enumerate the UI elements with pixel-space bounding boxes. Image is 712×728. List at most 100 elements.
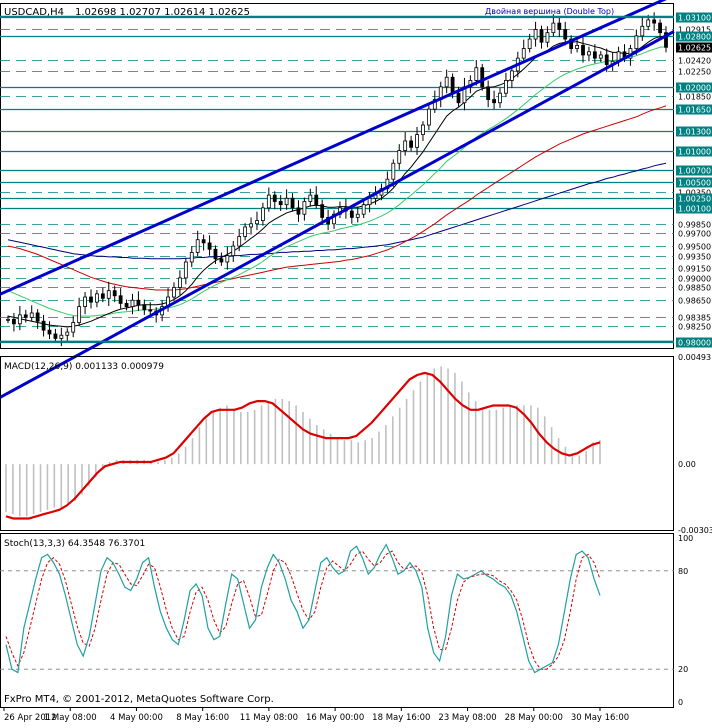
candle-body — [48, 330, 51, 334]
stoch-title: Stoch(13,3,3) 64.3548 76.3701 — [4, 539, 145, 549]
candle-body — [582, 45, 585, 55]
candle-body — [303, 201, 306, 214]
candle-body — [101, 294, 104, 298]
candle-body — [576, 45, 579, 48]
candle-body — [137, 300, 140, 304]
candle-body — [24, 315, 27, 318]
stoch-axis-label: 0 — [678, 698, 683, 707]
price-axis-label: 1.01650 — [678, 106, 711, 115]
candle-body — [457, 93, 460, 103]
candle-body — [398, 151, 401, 164]
candle-body — [36, 313, 39, 321]
time-axis-label: 30 May 16:00 — [571, 713, 629, 723]
candle-body — [552, 23, 555, 33]
candle-body — [315, 195, 318, 205]
candle-body — [499, 93, 502, 103]
price-axis-label: 1.00700 — [678, 167, 711, 176]
candle-body — [540, 29, 543, 42]
macd-axis-label: 0.00493 — [678, 353, 711, 362]
price-axis-label: 0.98385 — [678, 314, 711, 323]
price-axis-label: 1.01300 — [678, 128, 711, 137]
time-axis-label: 8 May 16:00 — [176, 713, 229, 723]
price-axis-label: 0.98650 — [678, 297, 711, 306]
candle-body — [404, 141, 407, 151]
candle-body — [131, 300, 134, 306]
candle-body — [421, 125, 424, 135]
candle-body — [78, 307, 81, 323]
candle-body — [291, 198, 294, 208]
price-axis-label: 0.99000 — [678, 275, 711, 284]
candle-body — [410, 141, 413, 147]
candle-body — [60, 335, 63, 338]
chart-symbol: USDCAD,H4 — [4, 7, 64, 18]
candle-body — [481, 68, 484, 87]
price-axis-label: 1.00250 — [678, 195, 711, 204]
candle-body — [125, 303, 128, 306]
candle-body — [7, 319, 10, 320]
price-axis-label: 0.98250 — [678, 323, 711, 332]
price-axis-label: 0.98000 — [678, 339, 711, 348]
candle-body — [350, 211, 353, 217]
candle-body — [149, 310, 152, 311]
candle-body — [504, 80, 507, 93]
candle-body — [522, 49, 525, 59]
price-axis-label: 1.01850 — [678, 93, 711, 102]
candle-body — [89, 297, 92, 302]
price-axis-label: 0.98850 — [678, 284, 711, 293]
candle-body — [635, 36, 638, 49]
candle-body — [238, 237, 241, 247]
macd-title: MACD(12,26,9) 0.001133 0.000979 — [4, 362, 164, 372]
candle-body — [653, 20, 656, 23]
candle-body — [510, 71, 513, 81]
candle-body — [641, 26, 644, 36]
time-axis-label: 23 May 08:00 — [438, 713, 496, 723]
candle-body — [226, 256, 229, 262]
candle-body — [143, 305, 146, 310]
price-axis-label: 1.02420 — [678, 57, 711, 66]
candle-body — [392, 163, 395, 179]
candle-body — [309, 195, 312, 201]
time-axis-label: 11 May 08:00 — [240, 713, 298, 723]
time-axis-label: 1 May 08:00 — [44, 713, 97, 723]
candle-body — [267, 195, 270, 208]
candle-body — [18, 315, 21, 324]
price-axis-label: 1.02250 — [678, 68, 711, 77]
candle-body — [546, 33, 549, 43]
price-axis-label: 0.99350 — [678, 253, 711, 262]
current-price-label: 1.02625 — [678, 44, 711, 53]
price-axis-label: 1.02800 — [678, 33, 711, 42]
price-axis: 1.031001.029151.028001.024201.022501.020… — [676, 13, 712, 348]
chart-svg: 1.031001.029151.028001.024201.022501.020… — [0, 0, 712, 724]
price-axis-label: 1.01000 — [678, 148, 711, 157]
price-axis-label: 1.00100 — [678, 205, 711, 214]
candle-body — [528, 39, 531, 49]
candle-body — [427, 109, 430, 125]
candle-body — [202, 240, 205, 243]
candle-body — [172, 287, 175, 297]
price-axis-label: 1.02000 — [678, 84, 711, 93]
candle-body — [107, 291, 110, 299]
candle-body — [587, 52, 590, 55]
candle-body — [208, 243, 211, 249]
candle-body — [445, 77, 448, 87]
candle-body — [558, 23, 561, 29]
candle-body — [297, 208, 300, 214]
candle-body — [368, 198, 371, 204]
price-axis-label: 0.99150 — [678, 265, 711, 274]
candle-body — [30, 313, 33, 317]
price-axis-label: 1.00500 — [678, 179, 711, 188]
candle-body — [66, 332, 69, 335]
candle-body — [564, 29, 567, 39]
candle-body — [659, 23, 662, 33]
time-axis-label: 4 May 00:00 — [110, 713, 163, 723]
candle-body — [605, 55, 608, 65]
macd-axis-label: 0.00 — [678, 460, 696, 469]
chart-root: 1.031001.029151.028001.024201.022501.020… — [0, 0, 712, 724]
candle-body — [72, 323, 75, 333]
candle-body — [95, 294, 98, 302]
candle-body — [54, 334, 57, 338]
time-axis-label: 18 May 16:00 — [372, 713, 430, 723]
candle-body — [321, 205, 324, 218]
candle-body — [214, 249, 217, 259]
candle-body — [356, 214, 359, 217]
